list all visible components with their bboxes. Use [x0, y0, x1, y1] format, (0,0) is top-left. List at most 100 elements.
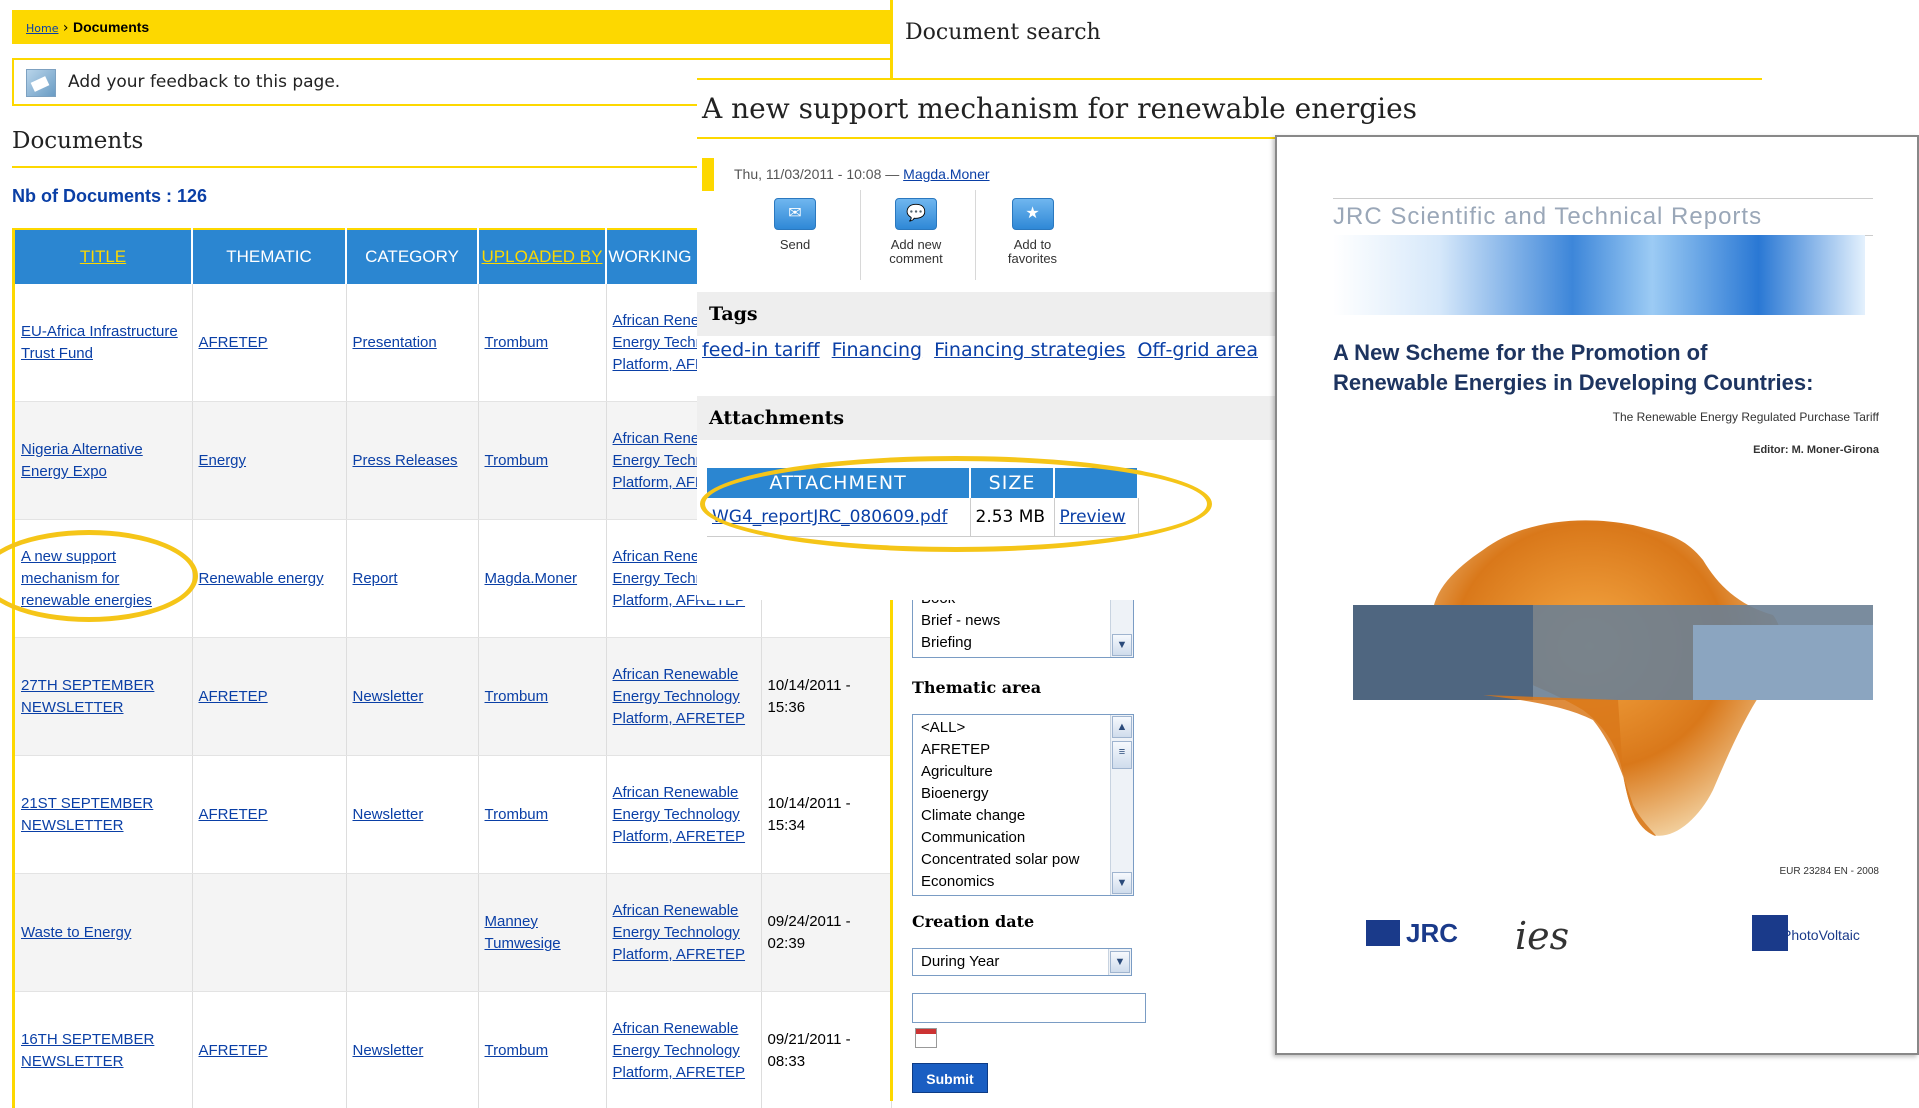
table-cell: African Renewable Energy Technology Plat…	[606, 756, 761, 874]
uploader-link[interactable]: Trombum	[485, 452, 549, 469]
article-author-link[interactable]: Magda.Moner	[903, 166, 989, 182]
column-header-uploaded-by[interactable]: UPLOADED BY	[478, 229, 606, 284]
table-cell: AFRETEP	[192, 284, 346, 402]
send-button[interactable]: ✉ Send	[740, 198, 850, 252]
table-cell	[346, 874, 478, 992]
table-cell: Trombum	[478, 992, 606, 1108]
date-input[interactable]	[912, 993, 1146, 1023]
thematic-link[interactable]: AFRETEP	[199, 688, 268, 705]
uploader-link[interactable]: Magda.Moner	[485, 570, 578, 587]
document-search-title: Document search	[905, 18, 1101, 48]
uploader-link[interactable]: Trombum	[485, 1042, 549, 1059]
add-favorites-button[interactable]: ★ Add to favorites	[975, 198, 1090, 266]
document-title-link[interactable]: 27TH SEPTEMBER NEWSLETTER	[21, 677, 154, 716]
thematic-option[interactable]: Concentrated solar pow	[913, 849, 1133, 871]
table-cell: Trombum	[478, 638, 606, 756]
tag-link[interactable]: Financing	[832, 339, 922, 361]
table-cell: 10/14/2011 - 15:36	[761, 638, 891, 756]
ies-logo: ies	[1515, 914, 1569, 958]
category-link[interactable]: Report	[353, 570, 398, 587]
column-header-category: CATEGORY	[346, 229, 478, 284]
thematic-option[interactable]: AFRETEP	[913, 739, 1133, 761]
scroll-thumb[interactable]: ≡	[1112, 741, 1132, 769]
thematic-area-listbox[interactable]: <ALL>AFRETEPAgricultureBioenergyClimate …	[912, 714, 1134, 896]
working-group-link[interactable]: African Renewable Energy Technology Plat…	[613, 666, 746, 727]
document-type-option[interactable]: Briefing	[913, 632, 1133, 654]
uploader-link[interactable]: Trombum	[485, 334, 549, 351]
thematic-option[interactable]: <ALL>	[913, 717, 1133, 739]
table-cell: 10/14/2011 - 15:34	[761, 756, 891, 874]
article-meta: Thu, 11/03/2011 - 10:08 — Magda.Moner	[702, 158, 1277, 191]
scroll-down-icon[interactable]: ▼	[1112, 872, 1132, 894]
document-title-link[interactable]: EU-Africa Infrastructure Trust Fund	[21, 323, 178, 362]
document-title-link[interactable]: 16TH SEPTEMBER NEWSLETTER	[21, 1031, 154, 1070]
document-title-link[interactable]: Nigeria Alternative Energy Expo	[21, 441, 143, 480]
table-cell: Manney Tumwesige	[478, 874, 606, 992]
add-comment-button[interactable]: 💬 Add new comment	[860, 198, 972, 266]
creation-date-select[interactable]: During Year ▼	[912, 948, 1132, 976]
table-cell: African Renewable Energy Technology Plat…	[606, 992, 761, 1108]
listbox-scrollbar[interactable]: ▲ ≡ ▼	[1110, 715, 1133, 895]
table-cell: Magda.Moner	[478, 520, 606, 638]
column-header-title[interactable]: TITLE	[15, 229, 192, 284]
table-row: 16TH SEPTEMBER NEWSLETTER AFRETEP Newslett…	[15, 992, 891, 1108]
table-cell: Trombum	[478, 402, 606, 520]
thematic-option[interactable]: Climate change	[913, 805, 1133, 827]
tag-link[interactable]: Financing strategies	[934, 339, 1125, 361]
calendar-icon[interactable]	[915, 1028, 937, 1048]
date-cell: 10/14/2011 - 15:36	[768, 677, 851, 716]
document-title-link[interactable]: 21ST SEPTEMBER NEWSLETTER	[21, 795, 153, 834]
submit-button[interactable]: Submit	[912, 1063, 988, 1093]
thematic-link[interactable]: AFRETEP	[199, 334, 268, 351]
cover-banner-image	[1333, 235, 1865, 315]
feedback-label[interactable]: Add your feedback to this page.	[68, 72, 340, 92]
table-cell: Trombum	[478, 284, 606, 402]
category-link[interactable]: Newsletter	[353, 688, 424, 705]
table-cell: 16TH SEPTEMBER NEWSLETTER	[15, 992, 192, 1108]
uploader-link[interactable]: Trombum	[485, 806, 549, 823]
creation-date-label: Creation date	[912, 912, 1034, 931]
scroll-down-icon[interactable]: ▼	[1112, 634, 1132, 656]
page-title: Documents	[12, 128, 143, 154]
uploader-link[interactable]: Trombum	[485, 688, 549, 705]
thematic-link[interactable]: AFRETEP	[199, 1042, 268, 1059]
cover-title-line: Renewable Energies in Developing Countri…	[1333, 368, 1813, 398]
table-cell: Waste to Energy	[15, 874, 192, 992]
article-top-rule	[697, 78, 1762, 80]
chevron-down-icon[interactable]: ▼	[1110, 951, 1130, 973]
table-row: 21ST SEPTEMBER NEWSLETTER AFRETEP Newslett…	[15, 756, 891, 874]
thematic-option[interactable]: Communication	[913, 827, 1133, 849]
thematic-option[interactable]: Bioenergy	[913, 783, 1133, 805]
select-arrow-track: ▼	[1108, 949, 1131, 975]
table-cell: Newsletter	[346, 992, 478, 1108]
tag-link[interactable]: Off-grid area	[1137, 339, 1258, 361]
category-link[interactable]: Newsletter	[353, 1042, 424, 1059]
send-label: Send	[780, 237, 810, 252]
working-group-link[interactable]: African Renewable Energy Technology Plat…	[613, 784, 746, 845]
working-group-link[interactable]: African Renewable Energy Technology Plat…	[613, 1020, 746, 1081]
thematic-link[interactable]: Renewable energy	[199, 570, 324, 587]
thematic-option[interactable]: Agriculture	[913, 761, 1133, 783]
category-link[interactable]: Press Releases	[353, 452, 458, 469]
date-cell: 10/14/2011 - 15:34	[768, 795, 851, 834]
table-cell: Report	[346, 520, 478, 638]
scroll-up-icon[interactable]: ▲	[1112, 716, 1132, 738]
uploader-link[interactable]: Manney Tumwesige	[485, 913, 561, 952]
document-type-option[interactable]: Brief - news	[913, 610, 1133, 632]
thematic-link[interactable]: Energy	[199, 452, 247, 469]
comment-icon: 💬	[895, 198, 937, 230]
creation-date-value: During Year	[913, 949, 1131, 975]
table-cell: Renewable energy	[192, 520, 346, 638]
category-link[interactable]: Presentation	[353, 334, 437, 351]
add-favorites-label: Add to favorites	[1003, 238, 1063, 266]
working-group-link[interactable]: African Renewable Energy Technology Plat…	[613, 902, 746, 963]
eu-flag-icon	[1366, 920, 1400, 946]
feedback-icon	[26, 69, 56, 97]
thematic-option[interactable]: Economics	[913, 871, 1133, 893]
category-link[interactable]: Newsletter	[353, 806, 424, 823]
table-cell	[192, 874, 346, 992]
thematic-link[interactable]: AFRETEP	[199, 806, 268, 823]
tag-link[interactable]: feed-in tariff	[702, 339, 820, 361]
breadcrumb-home-link[interactable]: Home	[26, 22, 58, 35]
document-title-link[interactable]: Waste to Energy	[21, 924, 131, 941]
